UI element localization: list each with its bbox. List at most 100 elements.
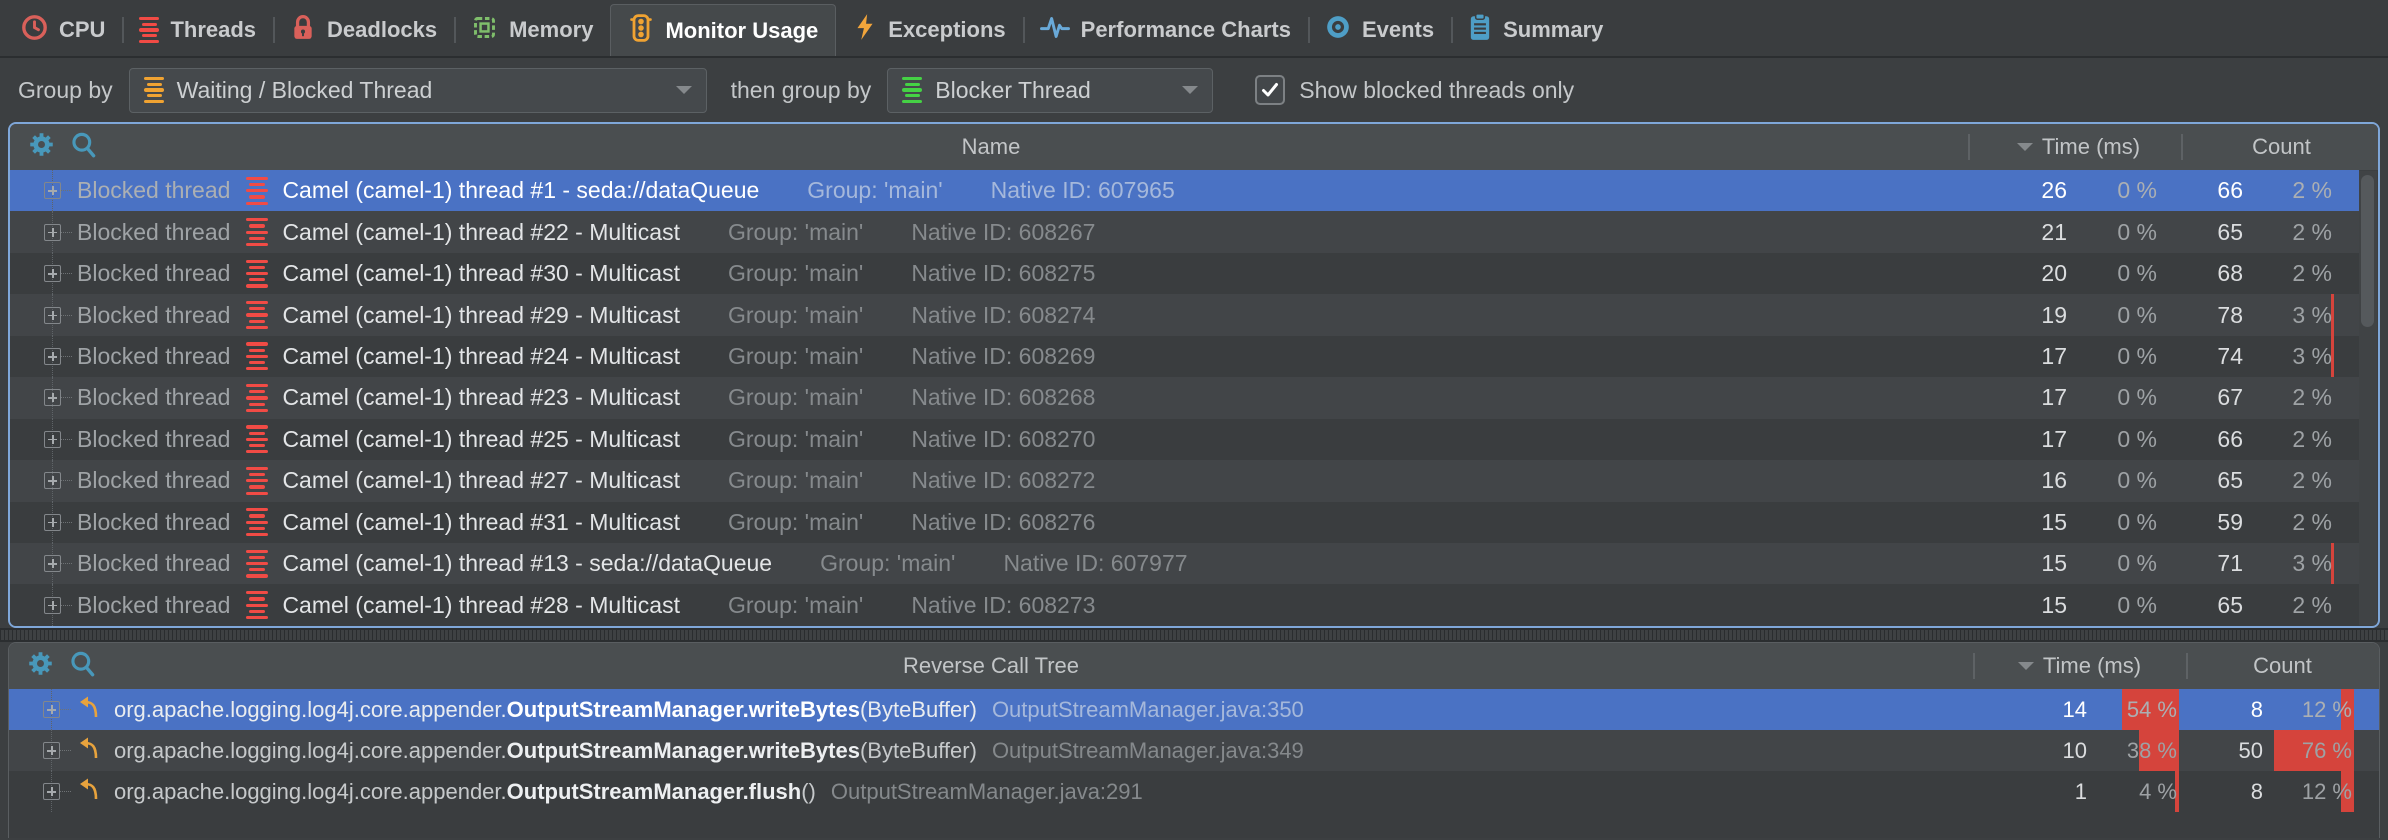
reverse-call-icon <box>76 694 100 726</box>
tab-memory[interactable]: Memory <box>454 4 610 56</box>
source-location: OutputStreamManager.java:349 <box>992 738 1304 764</box>
time-value-cell: 17 <box>1972 336 2067 377</box>
tab-deadlocks[interactable]: Deadlocks <box>273 4 454 56</box>
thread-name-cell: Blocked thread Camel (camel-1) thread #2… <box>10 211 1972 252</box>
tab-cpu[interactable]: CPU <box>4 4 122 56</box>
table-row[interactable]: Blocked thread Camel (camel-1) thread #2… <box>10 294 2359 335</box>
thread-native-id: Native ID: 608275 <box>911 260 1095 287</box>
exceptions-icon <box>853 13 877 47</box>
column-header-count[interactable]: Count <box>2185 134 2378 160</box>
tab-threads[interactable]: Threads <box>122 4 273 56</box>
time-value-cell: 15 <box>1972 584 2067 625</box>
cpu-icon <box>21 14 48 47</box>
search-icon[interactable] <box>69 650 96 683</box>
table-row[interactable]: Blocked thread Camel (camel-1) thread #2… <box>10 419 2359 460</box>
tab-monitor-usage[interactable]: Monitor Usage <box>610 4 836 56</box>
count-value-cell: 66 <box>2185 170 2243 211</box>
package-name: org.apache.logging.log4j.core.appender. <box>114 779 507 805</box>
expand-icon[interactable] <box>44 224 61 241</box>
expand-icon[interactable] <box>44 514 61 531</box>
table-row[interactable]: Blocked thread Camel (camel-1) thread #2… <box>10 584 2359 625</box>
table-row[interactable]: Blocked thread Camel (camel-1) thread #1… <box>10 543 2359 584</box>
monitor-usage-icon <box>628 14 654 48</box>
show-blocked-threads-toggle[interactable]: Show blocked threads only <box>1255 75 1574 105</box>
thread-name: Camel (camel-1) thread #29 - Multicast <box>282 302 680 329</box>
column-header-count[interactable]: Count <box>2186 653 2379 679</box>
expand-icon[interactable] <box>43 783 60 800</box>
call-tree-header: Reverse Call Tree Time (ms) Count <box>9 643 2379 689</box>
scrollbar-thumb[interactable] <box>2361 175 2374 327</box>
method-name: OutputStreamManager.writeBytes <box>507 738 860 764</box>
expand-icon[interactable] <box>44 555 61 572</box>
search-icon[interactable] <box>70 131 97 164</box>
table-row[interactable]: Blocked thread Camel (camel-1) thread #3… <box>10 253 2359 294</box>
then-group-by-dropdown[interactable]: Blocker Thread <box>887 68 1213 113</box>
blocked-thread-icon <box>246 384 268 412</box>
expand-icon[interactable] <box>43 742 60 759</box>
expand-icon[interactable] <box>44 348 61 365</box>
column-header-time[interactable]: Time (ms) <box>1973 653 2186 679</box>
count-value-cell: 68 <box>2185 253 2243 294</box>
table-row[interactable]: org.apache.logging.log4j.core.appender.O… <box>9 689 2379 730</box>
thread-state-label: Blocked thread <box>77 467 230 494</box>
chevron-down-icon <box>676 86 692 102</box>
table-row[interactable]: Blocked thread Camel (camel-1) thread #1… <box>10 170 2359 211</box>
panel-splitter[interactable] <box>0 628 2388 642</box>
count-percent-cell: 2 % <box>2243 460 2332 501</box>
group-by-dropdown[interactable]: Waiting / Blocked Thread <box>129 68 707 113</box>
time-percent-cell: 0 % <box>2067 584 2157 625</box>
thread-name: Camel (camel-1) thread #30 - Multicast <box>282 260 680 287</box>
column-header-name[interactable]: Name <box>10 134 1972 160</box>
thread-group: Group: 'main' <box>728 302 863 329</box>
call-site-cell: org.apache.logging.log4j.core.appender.O… <box>9 771 1992 812</box>
thread-group: Group: 'main' <box>807 177 942 204</box>
tab-events[interactable]: Events <box>1308 4 1451 56</box>
column-header-reverse-call-tree[interactable]: Reverse Call Tree <box>9 653 1973 679</box>
column-divider <box>2186 653 2188 679</box>
expand-icon[interactable] <box>44 431 61 448</box>
blocker-thread-icon <box>902 77 922 103</box>
show-blocked-checkbox[interactable] <box>1255 75 1285 105</box>
expand-icon[interactable] <box>44 182 61 199</box>
performance-charts-icon <box>1040 14 1070 47</box>
gear-icon[interactable] <box>27 650 54 683</box>
thread-group: Group: 'main' <box>728 467 863 494</box>
gear-icon[interactable] <box>28 131 55 164</box>
time-value-cell: 10 <box>1992 730 2087 771</box>
table-row[interactable]: Blocked thread Camel (camel-1) thread #2… <box>10 377 2359 418</box>
count-value-cell: 59 <box>2185 502 2243 543</box>
blocked-thread-icon <box>246 425 268 453</box>
vertical-scrollbar[interactable] <box>2359 171 2377 625</box>
time-value-cell: 16 <box>1972 460 2067 501</box>
check-icon <box>1260 80 1280 100</box>
count-value-cell: 65 <box>2185 211 2243 252</box>
tab-performance-charts[interactable]: Performance Charts <box>1023 4 1308 56</box>
thread-name-cell: Blocked thread Camel (camel-1) thread #1… <box>10 543 1972 584</box>
tab-exceptions[interactable]: Exceptions <box>836 4 1022 56</box>
table-row[interactable]: Blocked thread Camel (camel-1) thread #2… <box>10 336 2359 377</box>
table-row[interactable]: org.apache.logging.log4j.core.appender.O… <box>9 771 2379 812</box>
expand-icon[interactable] <box>44 307 61 324</box>
time-percent-cell: 54 % <box>2087 689 2177 730</box>
source-location: OutputStreamManager.java:350 <box>992 697 1304 723</box>
package-name: org.apache.logging.log4j.core.appender. <box>114 738 507 764</box>
table-row[interactable]: org.apache.logging.log4j.core.appender.O… <box>9 730 2379 771</box>
blocked-thread-icon <box>246 342 268 370</box>
expand-icon[interactable] <box>44 597 61 614</box>
count-percent-cell: 2 % <box>2243 502 2332 543</box>
table-row[interactable]: Blocked thread Camel (camel-1) thread #2… <box>10 211 2359 252</box>
thread-native-id: Native ID: 608270 <box>911 426 1095 453</box>
expand-icon[interactable] <box>44 265 61 282</box>
table-row[interactable]: Blocked thread Camel (camel-1) thread #2… <box>10 460 2359 501</box>
table-row[interactable]: Blocked thread Camel (camel-1) thread #3… <box>10 502 2359 543</box>
tab-summary[interactable]: Summary <box>1451 4 1620 56</box>
thread-name-cell: Blocked thread Camel (camel-1) thread #1… <box>10 170 1972 211</box>
thread-state-label: Blocked thread <box>77 219 230 246</box>
expand-icon[interactable] <box>44 389 61 406</box>
thread-name-cell: Blocked thread Camel (camel-1) thread #2… <box>10 294 1972 335</box>
expand-icon[interactable] <box>43 701 60 718</box>
then-group-by-label: then group by <box>731 77 872 104</box>
expand-icon[interactable] <box>44 472 61 489</box>
column-header-time[interactable]: Time (ms) <box>1972 134 2185 160</box>
thread-name-cell: Blocked thread Camel (camel-1) thread #2… <box>10 419 1972 460</box>
